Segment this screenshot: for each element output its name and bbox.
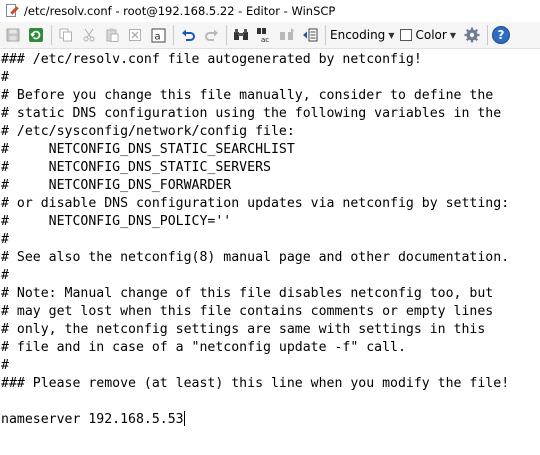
gear-icon[interactable] [462, 25, 482, 45]
help-icon[interactable]: ? [491, 26, 510, 44]
svg-text:a: a [154, 31, 160, 42]
find-next-icon[interactable] [277, 25, 297, 45]
editor-line[interactable]: # Before you change this file manually, … [1, 87, 540, 105]
editor-app-icon [4, 4, 19, 18]
goto-line-icon[interactable] [300, 25, 320, 45]
editor-line[interactable]: # [1, 231, 540, 249]
window-title: /etc/resolv.conf - root@192.168.5.22 - E… [24, 4, 336, 18]
select-all-icon[interactable]: a [148, 25, 168, 45]
toolbar-separator [51, 25, 52, 45]
cut-icon[interactable] [79, 25, 99, 45]
save-icon[interactable] [3, 25, 23, 45]
toolbar-separator [486, 25, 488, 45]
editor-line[interactable]: ### /etc/resolv.conf file autogenerated … [1, 51, 540, 69]
editor-line[interactable]: # [1, 357, 540, 375]
editor-line[interactable]: # only, the netconfig settings are same … [1, 321, 540, 339]
editor-line[interactable]: # Note: Manual change of this file disab… [1, 285, 540, 303]
editor-toolbar: a ac Encoding ▼ Color ▼ ? [0, 22, 540, 49]
chevron-down-icon: ▼ [388, 30, 395, 40]
editor-line[interactable]: # may get lost when this file contains c… [1, 303, 540, 321]
replace-icon[interactable]: ac [254, 25, 274, 45]
editor-line[interactable]: # NETCONFIG_DNS_POLICY='' [1, 213, 540, 231]
svg-text:ac: ac [261, 36, 269, 43]
toolbar-separator [173, 25, 174, 45]
editor-line[interactable]: ### Please remove (at least) this line w… [1, 375, 540, 393]
editor-line[interactable] [1, 393, 540, 411]
delete-icon[interactable] [125, 25, 145, 45]
find-icon[interactable] [231, 25, 251, 45]
editor-line[interactable]: # NETCONFIG_DNS_STATIC_SERVERS [1, 159, 540, 177]
editor-line[interactable]: # [1, 267, 540, 285]
text-caret [183, 411, 185, 426]
reload-icon[interactable] [26, 25, 46, 45]
undo-icon[interactable] [178, 25, 198, 45]
color-dropdown[interactable]: Color ▼ [400, 25, 456, 45]
color-label: Color [415, 28, 447, 42]
editor-line[interactable]: # /etc/sysconfig/network/config file: [1, 123, 540, 141]
editor-line[interactable]: # NETCONFIG_DNS_STATIC_SEARCHLIST [1, 141, 540, 159]
editor-line[interactable]: # or disable DNS configuration updates v… [1, 195, 540, 213]
redo-icon[interactable] [201, 25, 221, 45]
chevron-down-icon: ▼ [449, 30, 456, 40]
toolbar-separator [226, 25, 227, 45]
text-editor[interactable]: ### /etc/resolv.conf file autogenerated … [0, 49, 540, 455]
editor-line[interactable]: # static DNS configuration using the fol… [1, 105, 540, 123]
editor-line[interactable]: # See also the netconfig(8) manual page … [1, 249, 540, 267]
toolbar-separator [325, 25, 326, 45]
editor-line[interactable]: # file and in case of a "netconfig updat… [1, 339, 540, 357]
color-checkbox[interactable] [400, 29, 413, 41]
paste-icon[interactable] [102, 25, 122, 45]
editor-line[interactable]: # NETCONFIG_DNS_FORWARDER [1, 177, 540, 195]
editor-line-current[interactable]: nameserver 192.168.5.53 [1, 411, 540, 429]
editor-line[interactable]: # [1, 69, 540, 87]
nameserver-line-text: nameserver 192.168.5.53 [1, 412, 184, 427]
copy-icon[interactable] [56, 25, 76, 45]
encoding-label: Encoding [330, 28, 386, 42]
encoding-dropdown[interactable]: Encoding ▼ [330, 25, 394, 45]
title-bar: /etc/resolv.conf - root@192.168.5.22 - E… [0, 0, 540, 22]
